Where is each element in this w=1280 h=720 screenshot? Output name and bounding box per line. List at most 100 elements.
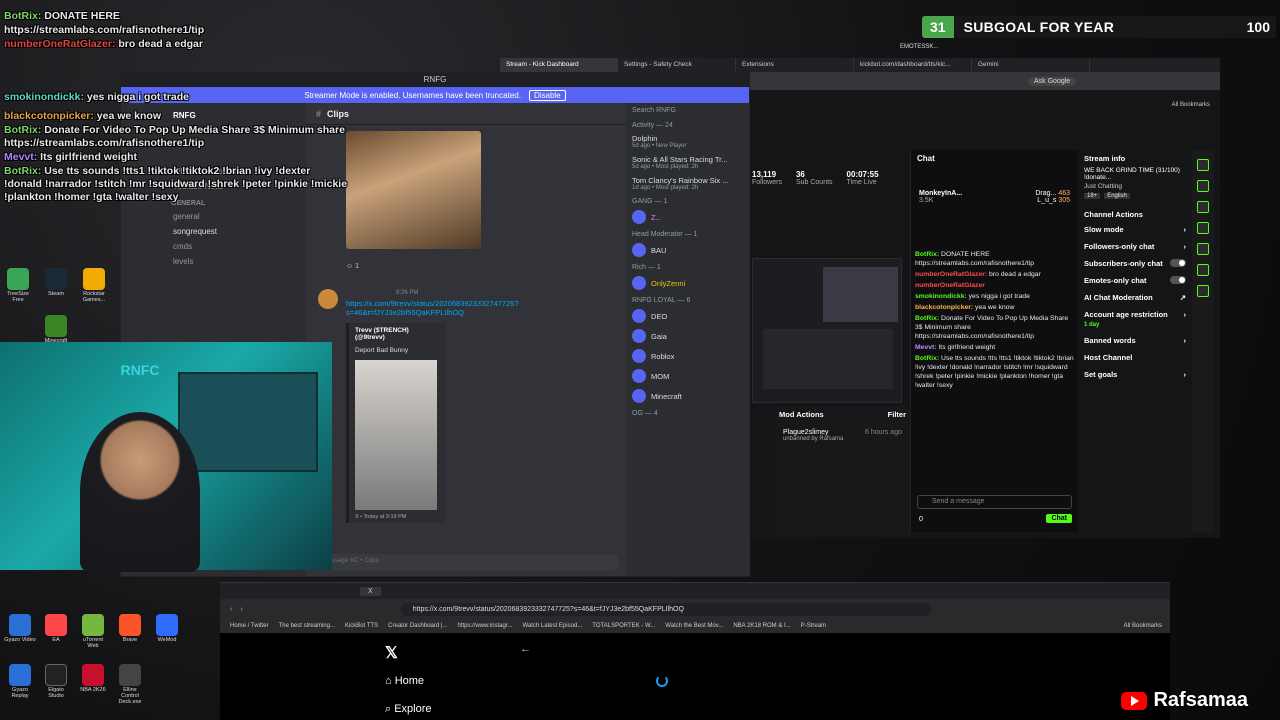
bookmark[interactable]: https://www.instagr... <box>457 623 512 629</box>
desktop-icon[interactable]: uTorrent Web <box>77 614 109 649</box>
activity-item[interactable]: Tom Clancy's Rainbow Six ... 1d ago • Mos… <box>626 173 750 194</box>
tab-gemini[interactable]: Gemini <box>972 58 1090 72</box>
desktop-icon[interactable]: Steam <box>40 268 72 297</box>
rnfg-logo: RNFC <box>120 362 160 378</box>
action-account-age[interactable]: Account age restriction 1 day › <box>1080 306 1190 332</box>
ask-google-button[interactable]: Ask Google <box>1028 76 1077 86</box>
desktop-icon[interactable]: EA <box>40 614 72 643</box>
member-item[interactable]: OnlyZenni <box>626 273 750 293</box>
back-arrow-icon[interactable]: ← <box>520 643 531 655</box>
channel-item[interactable]: songrequest <box>121 224 306 239</box>
chat-send-button[interactable]: Chat <box>1046 514 1072 523</box>
ea-icon <box>45 614 67 636</box>
wall-frame <box>178 372 318 472</box>
bookmark[interactable]: Creator Dashboard |... <box>388 623 447 629</box>
channel-item[interactable]: levels <box>121 254 306 269</box>
bookmark[interactable]: Watch the Best Mov... <box>665 623 723 629</box>
desktop-icon[interactable]: Elline Control Deck.exe <box>114 664 146 705</box>
disable-button[interactable]: Disable <box>528 89 566 101</box>
bookmark[interactable]: Home / Twitter <box>230 623 269 629</box>
desktop-icon[interactable]: WeMod <box>151 614 183 643</box>
desktop-icon[interactable]: Gyazo Replay <box>4 664 36 699</box>
activity-item[interactable]: Dolphin 5d ago • New Player <box>626 131 750 152</box>
tab-kickbot[interactable]: kickbot.com/dashboard/tts/kic... <box>854 58 972 72</box>
message-link[interactable]: https://x.com/9trevv/status/202068392333… <box>346 299 546 317</box>
nav-explore[interactable]: ⌕ Explore <box>385 703 432 716</box>
action-slow-mode[interactable]: Slow mode › <box>1080 221 1190 238</box>
tab-safety-check[interactable]: Settings - Safety Check <box>618 58 736 72</box>
member-item[interactable]: Minecraft <box>626 386 750 406</box>
embed-video[interactable] <box>355 360 437 510</box>
tab-extensions[interactable]: Extensions <box>736 58 854 72</box>
rail-button[interactable] <box>1197 180 1209 192</box>
desktop-icon[interactable]: Rockstar Games... <box>78 268 110 303</box>
wemod-icon <box>156 614 178 636</box>
member-item[interactable]: DEO <box>626 306 750 326</box>
bookmark[interactable]: P-Stream <box>801 623 826 629</box>
tab-kick-dashboard[interactable]: Stream - Kick Dashboard <box>500 58 618 72</box>
chat-input[interactable]: Send a message <box>917 495 1072 509</box>
avatar[interactable] <box>318 289 338 309</box>
desktop-icon[interactable]: NBA 2K26 <box>77 664 109 693</box>
toggle-switch[interactable] <box>1170 276 1186 284</box>
action-host-channel[interactable]: Host Channel <box>1080 349 1190 366</box>
forward-icon[interactable]: › <box>240 606 242 613</box>
avatar <box>632 210 646 224</box>
overlay-chat-line: Mevvt: Its girlfriend weight <box>4 151 138 163</box>
all-bookmarks[interactable]: All Bookmarks <box>1172 102 1210 108</box>
bookmark[interactable]: KickBot TTS <box>345 623 378 629</box>
desktop-icon-label: TreeSize Free <box>7 291 29 303</box>
channel-header: # Clips <box>306 103 626 125</box>
activity-item[interactable]: Sonic & All Stars Racing Tr... 5d ago • M… <box>626 152 750 173</box>
nav-home[interactable]: ⌂ Home <box>385 675 424 687</box>
mod-entry-user[interactable]: Plague2slimey <box>783 429 829 436</box>
streamer <box>80 412 200 572</box>
search-input[interactable]: Search RNFG <box>626 103 750 118</box>
action-emotes-only[interactable]: Emotes-only chat <box>1080 272 1190 289</box>
rail-button[interactable] <box>1197 264 1209 276</box>
member-item[interactable]: MOM <box>626 366 750 386</box>
stat-label: Followers <box>752 179 782 186</box>
channel-item[interactable]: general <box>121 209 306 224</box>
reaction[interactable]: ☺ 1 <box>346 263 359 270</box>
rail-button[interactable] <box>1197 222 1209 234</box>
desktop-icon-label: Steam <box>48 291 64 297</box>
member-item[interactable]: Z... <box>626 207 750 227</box>
x-logo-icon[interactable]: 𝕏 <box>385 643 398 663</box>
desktop-icon[interactable]: Elgato Studio <box>40 664 72 699</box>
rail-button[interactable] <box>1197 243 1209 255</box>
embed-author[interactable]: Trevv ($TRENCH) (@9trevv) <box>355 327 440 341</box>
action-set-goals[interactable]: Set goals › <box>1080 366 1190 383</box>
message-input[interactable]: Message #C • Clips <box>314 554 618 570</box>
toggle-switch[interactable] <box>1170 259 1186 267</box>
all-bookmarks[interactable]: All Bookmarks <box>1124 623 1170 629</box>
bookmark[interactable]: NBA 2K18 ROM & I... <box>733 623 790 629</box>
rail-button[interactable] <box>1197 201 1209 213</box>
channel-item[interactable]: cmds <box>121 239 306 254</box>
stat-value: 00:07:55 <box>846 170 879 179</box>
rail-button[interactable] <box>1197 285 1209 297</box>
desktop-icon[interactable]: TreeSize Free <box>2 268 34 303</box>
member-item[interactable]: Roblox <box>626 346 750 366</box>
action-subscribers-only[interactable]: Subscribers-only chat <box>1080 255 1190 272</box>
member-item[interactable]: Gaia <box>626 326 750 346</box>
bookmark[interactable]: TOTALSPORTEK - W... <box>592 623 655 629</box>
desktop-icon[interactable]: Minecraft <box>40 315 72 344</box>
rail-button[interactable] <box>1197 159 1209 171</box>
tab-x[interactable]: X <box>360 586 381 596</box>
action-followers-only[interactable]: Followers-only chat › <box>1080 238 1190 255</box>
chat-message: numberOneRatGlazer: bro dead a edgar <box>915 271 1041 278</box>
desktop-icon[interactable]: Gyazo Video <box>4 614 36 643</box>
stat-label: Sub Counts <box>795 179 833 186</box>
member-item[interactable]: BAU <box>626 240 750 260</box>
back-icon[interactable]: ‹ <box>230 606 232 613</box>
mod-actions-filter[interactable]: Filter <box>888 410 906 419</box>
action-banned-words[interactable]: Banned words › <box>1080 332 1190 349</box>
address-bar[interactable]: https://x.com/9trevv/status/202068392333… <box>400 602 931 616</box>
bookmark[interactable]: Watch Latest Episod... <box>522 623 582 629</box>
stream-info-text: WE BACK GRIND TIME (31/100) !donate... <box>1084 167 1180 181</box>
bookmark[interactable]: The best streaming... <box>279 623 335 629</box>
action-ai-moderation[interactable]: AI Chat Moderation ↗ <box>1080 289 1190 306</box>
desktop-icon[interactable]: Brave <box>114 614 146 643</box>
clip-image[interactable] <box>346 131 481 249</box>
